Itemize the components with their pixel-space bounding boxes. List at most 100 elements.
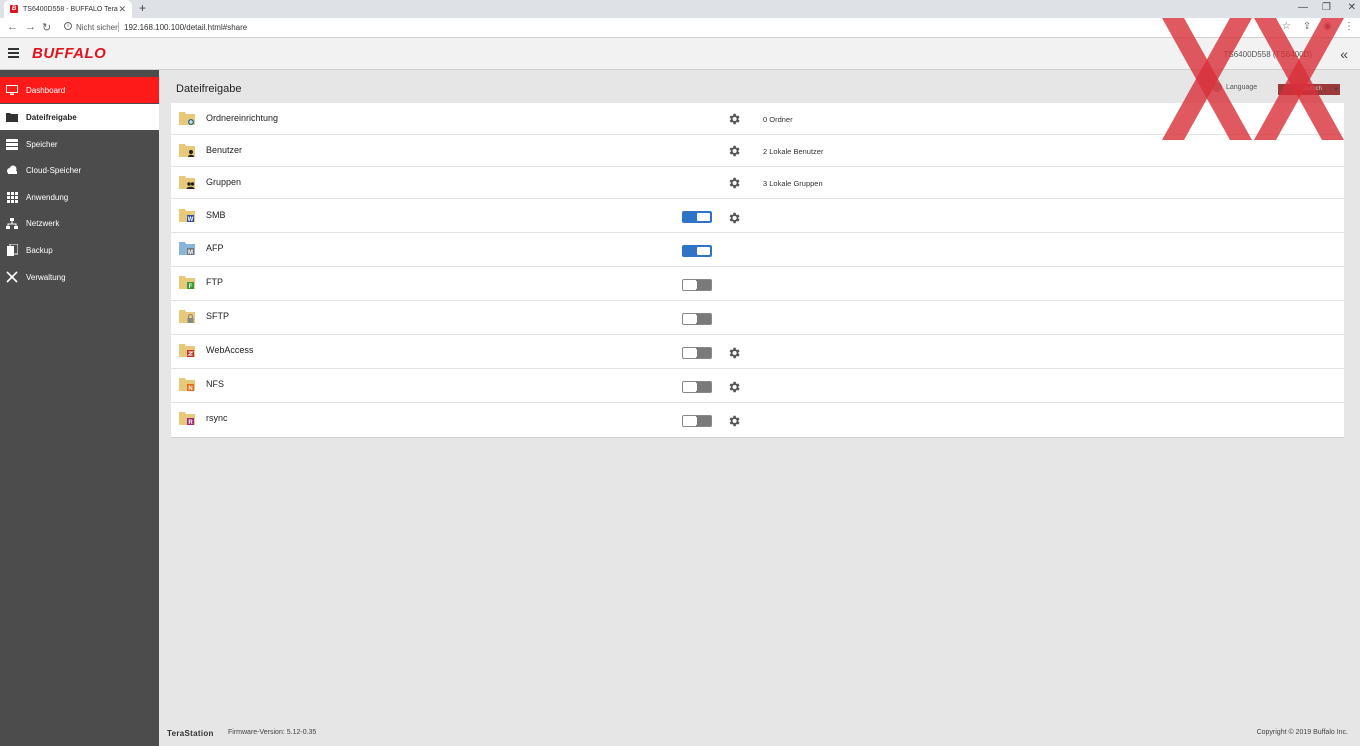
rsync-toggle[interactable] [682, 415, 712, 427]
svg-text:M: M [188, 250, 193, 255]
menu-dots-icon[interactable]: ⋮ [1344, 21, 1354, 32]
nfs-toggle[interactable] [682, 381, 712, 393]
row-sftp[interactable]: SFTP [171, 301, 1344, 335]
minimize-icon[interactable]: — [1298, 2, 1308, 13]
tab-title: TS6400D558 - BUFFALO TeraStati [23, 5, 118, 13]
sidebar: Dashboard Dateifreigabe Speicher Cloud-S… [0, 70, 159, 746]
row-info: 2 Lokale Benutzer [763, 147, 824, 156]
restore-icon[interactable]: ❐ [1322, 2, 1331, 13]
sidebar-item-verwaltung[interactable]: Verwaltung [0, 264, 159, 290]
profile-icon[interactable]: ◉ [1323, 21, 1332, 32]
browser-tab[interactable]: B TS6400D558 - BUFFALO TeraStati ✕ [4, 0, 132, 18]
ftp-toggle[interactable] [682, 279, 712, 291]
language-select[interactable]: Deutsch [1278, 84, 1340, 95]
sidebar-item-backup[interactable]: Backup [0, 237, 159, 263]
row-gruppen[interactable]: Gruppen 3 Lokale Gruppen [171, 167, 1344, 199]
row-webaccess[interactable]: WebAccess [171, 335, 1344, 369]
sidebar-item-netzwerk[interactable]: Netzwerk [0, 210, 159, 236]
folder-ftp-icon: F [179, 276, 195, 289]
gear-icon[interactable] [727, 112, 741, 126]
row-rsync[interactable]: R rsync [171, 403, 1344, 437]
webaccess-toggle[interactable] [682, 347, 712, 359]
row-benutzer[interactable]: Benutzer 2 Lokale Benutzer [171, 135, 1344, 167]
address-bar: ← → ↻ i Nicht sicher 192.168.100.100/det… [0, 18, 1360, 38]
globe-icon [1212, 82, 1222, 92]
new-tab-icon[interactable]: + [139, 1, 146, 15]
svg-text:N: N [188, 386, 192, 391]
sidebar-item-label: Dashboard [26, 85, 66, 95]
row-smb[interactable]: W SMB [171, 199, 1344, 233]
svg-text:F: F [189, 284, 193, 289]
row-label: Ordnereinrichtung [206, 113, 279, 123]
address-separator [118, 22, 119, 32]
sidebar-item-label: Cloud-Speicher [26, 165, 82, 175]
favicon-icon: B [10, 5, 18, 13]
extension-icon[interactable]: ⇪ [1303, 21, 1311, 32]
sidebar-item-label: Verwaltung [26, 272, 66, 282]
toggle-knob [684, 417, 697, 425]
sidebar-item-cloud-speicher[interactable]: Cloud-Speicher [0, 157, 159, 183]
toggle-knob [684, 383, 697, 391]
storage-icon [6, 138, 18, 150]
row-label: FTP [206, 277, 223, 287]
row-label: AFP [206, 243, 224, 253]
browser-tabbar: B TS6400D558 - BUFFALO TeraStati ✕ + — ❐… [0, 0, 1360, 18]
row-label: NFS [206, 379, 224, 389]
gear-icon[interactable] [727, 346, 741, 360]
firmware-version: Firmware-Version: 5.12-0.35 [228, 729, 317, 736]
toggle-knob [684, 349, 697, 357]
network-icon [6, 217, 18, 229]
smb-toggle[interactable] [682, 211, 712, 223]
folder-smb-icon: W [179, 209, 195, 222]
row-label: WebAccess [206, 345, 254, 355]
afp-toggle[interactable] [682, 245, 712, 257]
toggle-track [696, 416, 711, 426]
not-secure-label: Nicht sicher [76, 23, 118, 32]
gear-icon[interactable] [727, 414, 741, 428]
folder-user-icon [179, 144, 195, 157]
toggle-knob [684, 315, 697, 323]
toggle-track [696, 280, 711, 290]
gear-icon[interactable] [727, 176, 741, 190]
close-window-icon[interactable]: ✕ [1348, 2, 1356, 13]
row-afp[interactable]: M AFP [171, 233, 1344, 267]
gear-icon[interactable] [727, 211, 741, 225]
row-nfs[interactable]: N NFS [171, 369, 1344, 403]
folder-rsync-icon: R [179, 412, 195, 425]
sidebar-item-anwendung[interactable]: Anwendung [0, 184, 159, 210]
cloud-icon [6, 164, 18, 176]
tab-close-icon[interactable]: ✕ [118, 4, 126, 15]
sidebar-item-label: Anwendung [26, 192, 69, 202]
back-icon[interactable]: ← [7, 21, 18, 33]
sftp-toggle[interactable] [682, 313, 712, 325]
sidebar-item-dateifreigabe[interactable]: Dateifreigabe [0, 104, 159, 130]
folder-lock-icon [179, 310, 195, 323]
folder-group-icon [179, 176, 195, 189]
row-label: rsync [206, 413, 228, 423]
toggle-track [696, 382, 711, 392]
info-icon[interactable]: i [64, 22, 72, 30]
reload-icon[interactable]: ↻ [42, 21, 51, 34]
copyright: Copyright © 2019 Buffalo Inc. [1256, 729, 1348, 736]
gear-icon[interactable] [727, 380, 741, 394]
gear-icon[interactable] [727, 144, 741, 158]
sidebar-item-speicher[interactable]: Speicher [0, 131, 159, 157]
toggle-track [696, 348, 711, 358]
collapse-double-chevron-icon[interactable]: « [1340, 46, 1348, 62]
toggle-knob [697, 213, 710, 221]
grid-icon [6, 191, 18, 203]
folder-icon [6, 111, 18, 123]
bookmark-star-icon[interactable]: ☆ [1282, 21, 1291, 32]
monitor-icon [6, 84, 18, 96]
language-label: Language [1226, 83, 1258, 91]
toggle-knob [697, 247, 710, 255]
forward-icon[interactable]: → [25, 21, 36, 33]
row-ordnereinrichtung[interactable]: Ordnereinrichtung 0 Ordner [171, 103, 1344, 135]
page-title: Dateifreigabe [176, 83, 242, 95]
row-ftp[interactable]: F FTP [171, 267, 1344, 301]
hamburger-menu-icon[interactable] [8, 48, 19, 58]
url-input[interactable]: 192.168.100.100/detail.html#share [124, 23, 247, 32]
tools-icon [6, 271, 18, 283]
sidebar-item-dashboard[interactable]: Dashboard [0, 77, 159, 103]
footer-brand: TeraStation [167, 729, 214, 738]
